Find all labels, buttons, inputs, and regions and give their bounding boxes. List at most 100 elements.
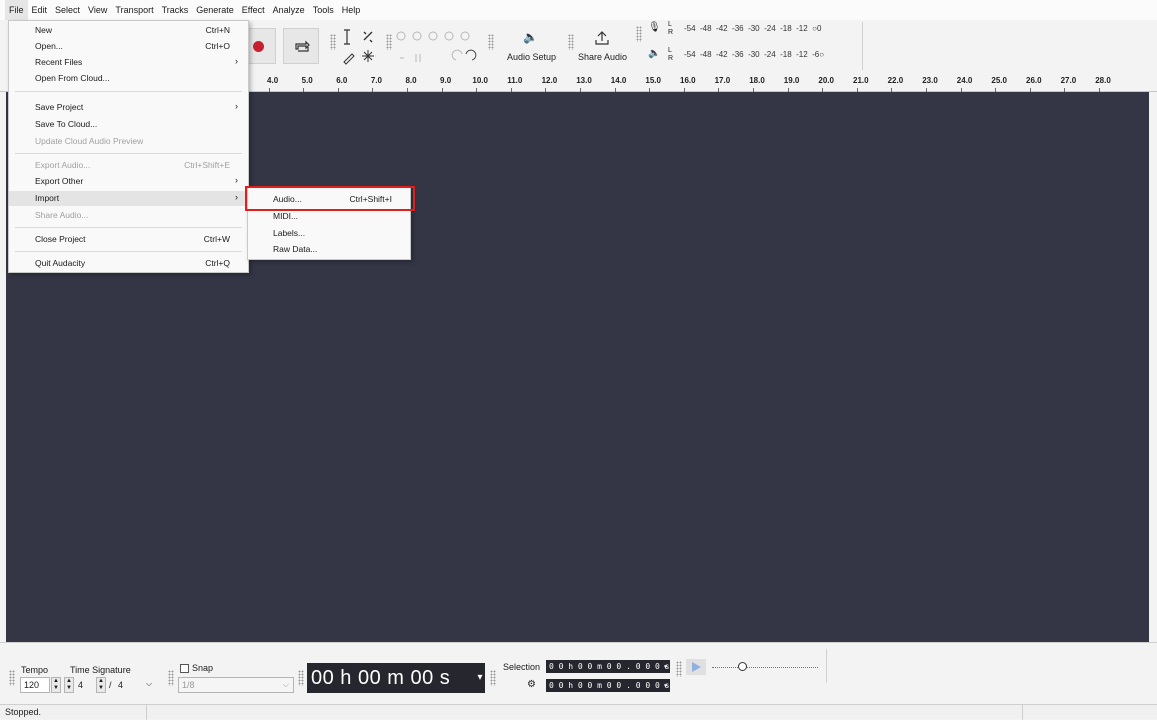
menu-item-shortcut: Ctrl+W (203, 234, 230, 244)
redo-icon (465, 49, 477, 61)
menubar: File Edit Select View Transport Tracks G… (0, 0, 1157, 20)
menu-item-open[interactable]: Open... Ctrl+O (9, 39, 248, 54)
file-menu: New Ctrl+N Open... Ctrl+O Recent Files › Op… (8, 20, 249, 273)
selection-settings-icon[interactable]: ⚙ (527, 679, 536, 690)
menu-item-label: Save Project (35, 102, 84, 112)
toolbar-grip[interactable] (168, 670, 174, 686)
menu-help[interactable]: Help (338, 0, 365, 20)
menu-item-label: Quit Audacity (35, 258, 86, 268)
tools-toolbar (343, 29, 374, 65)
menu-tracks[interactable]: Tracks (158, 0, 193, 20)
menu-select[interactable]: Select (51, 0, 84, 20)
menu-analyze[interactable]: Analyze (269, 0, 309, 20)
menu-separator (15, 251, 242, 252)
microphone-icon[interactable]: 🎙 (648, 22, 661, 33)
toolbar-grip[interactable] (9, 670, 15, 686)
tempo-value: 120 (24, 680, 40, 690)
menu-separator (15, 227, 242, 228)
share-audio-label: Share Audio (578, 52, 628, 62)
ts-numerator[interactable]: 4 (78, 680, 83, 690)
menu-generate-label: Generate (196, 5, 234, 15)
selection-start-value: 0 0 h 0 0 m 0 0 . 0 0 0 s (549, 662, 670, 671)
menu-item-export-audio: Export Audio... Ctrl+Shift+E (9, 158, 248, 173)
tempo-input[interactable]: 120 (20, 677, 50, 693)
toolbar-grip[interactable] (488, 34, 494, 50)
menu-item-export-other[interactable]: Export Other › (9, 174, 248, 189)
toolbar-grip[interactable] (330, 34, 336, 50)
ruler-tick-label: 23.0 (922, 76, 938, 85)
menu-item-open-from-cloud[interactable]: Open From Cloud... (9, 71, 248, 86)
menu-view-label: View (88, 5, 108, 15)
menu-item-label: Import (35, 193, 60, 203)
toolbar-grip[interactable] (568, 34, 574, 50)
chevron-down-icon: ▾ (663, 662, 668, 671)
loop-icon (295, 40, 310, 52)
snap-select[interactable]: 1/8 ⌵ (178, 677, 294, 693)
ts-spinner[interactable]: ▲ ▼ (96, 677, 106, 693)
menu-item-shortcut: Ctrl+N (205, 25, 230, 35)
bottom-toolbar: Tempo 120 ▲ ▼ Time Signature ▲ ▼ 4 ▲ ▼ / 4 … (0, 642, 1157, 704)
record-meter-channels: LR (668, 21, 674, 36)
record-meter[interactable]: -54 -48 -42 -36 -30 -24 -18 -12 ○0 (684, 24, 821, 33)
ruler-tick-label: 21.0 (853, 76, 869, 85)
selection-start-field[interactable]: 0 0 h 0 0 m 0 0 . 0 0 0 s ▾ (546, 660, 670, 673)
ts-numerator-spinner[interactable]: ▲ ▼ (64, 677, 74, 693)
menu-item-import[interactable]: Import › (9, 191, 248, 206)
menu-item-new[interactable]: New Ctrl+N (9, 23, 248, 38)
snap-checkbox[interactable] (180, 664, 189, 673)
selection-end-field[interactable]: 0 0 h 0 0 m 0 0 . 0 0 0 s ▾ (546, 679, 670, 692)
speaker-icon: 🔈 (523, 30, 538, 44)
loop-button[interactable] (283, 28, 319, 64)
menu-view[interactable]: View (84, 0, 111, 20)
menu-edit[interactable]: Edit (28, 0, 52, 20)
playback-speed-slider[interactable] (712, 667, 818, 668)
ruler-tick-label: 8.0 (405, 76, 417, 85)
ruler-tick-label: 11.0 (507, 76, 523, 85)
playback-speed-thumb[interactable] (738, 662, 747, 671)
time-display[interactable]: 00 h 00 m 00 s ▾ (307, 663, 485, 693)
ts-dropdown-icon[interactable]: ⌵ (146, 679, 152, 689)
tempo-spinner[interactable]: ▲ ▼ (51, 677, 61, 693)
menu-tools[interactable]: Tools (309, 0, 338, 20)
playback-meter[interactable]: -54 -48 -42 -36 -30 -24 -18 -12 -6○ (684, 50, 824, 59)
menu-item-label: Raw Data... (273, 244, 318, 254)
toolbar-grip[interactable] (676, 661, 682, 677)
status-bar: Stopped. (0, 704, 1157, 720)
menu-item-label: Share Audio... (35, 210, 89, 220)
time-signature-label: Time Signature (70, 665, 131, 675)
ruler-tick-label: 22.0 (887, 76, 904, 85)
menu-item-import-labels[interactable]: Labels... (248, 226, 410, 241)
menu-item-save-to-cloud[interactable]: Save To Cloud... (9, 117, 248, 132)
play-at-speed-button[interactable] (686, 659, 706, 675)
menu-item-save-project[interactable]: Save Project › (9, 100, 248, 115)
menu-file[interactable]: File (5, 0, 28, 20)
ts-slash: / (109, 680, 112, 690)
chevron-down-icon: ▾ (663, 681, 668, 690)
highlight-box (245, 186, 415, 211)
playback-speaker-icon[interactable]: 🔈 (648, 48, 660, 59)
menu-item-recent-files[interactable]: Recent Files › (9, 55, 248, 70)
draw-tool-icon (343, 53, 355, 65)
status-text: Stopped. (5, 707, 42, 717)
menu-item-import-raw-data[interactable]: Raw Data... (248, 242, 410, 257)
trim-icon (400, 54, 421, 62)
toolbar-grip[interactable] (298, 670, 304, 686)
menu-effect[interactable]: Effect (238, 0, 269, 20)
zoom-sel-icon (428, 31, 438, 41)
toolbar-grip[interactable] (636, 26, 642, 42)
ruler-tick-label: 17.0 (714, 76, 731, 85)
menu-generate[interactable]: Generate (192, 0, 238, 20)
envelope-tool-icon (363, 31, 373, 43)
menu-edit-label: Edit (31, 5, 48, 15)
menu-item-shortcut: Ctrl+O (205, 41, 230, 51)
toolbar-grip[interactable] (490, 670, 496, 686)
ts-denominator[interactable]: 4 (118, 680, 123, 690)
menu-item-import-midi[interactable]: MIDI... (248, 209, 410, 224)
audio-setup-button[interactable]: 🔈 Audio Setup (505, 28, 565, 64)
selection-label: Selection (503, 662, 541, 672)
menu-item-quit[interactable]: Quit Audacity Ctrl+Q (9, 256, 248, 271)
menu-item-close-project[interactable]: Close Project Ctrl+W (9, 232, 248, 247)
menu-effect-label: Effect (241, 5, 265, 15)
share-audio-button[interactable]: Share Audio (576, 28, 630, 64)
menu-transport[interactable]: Transport (111, 0, 157, 20)
